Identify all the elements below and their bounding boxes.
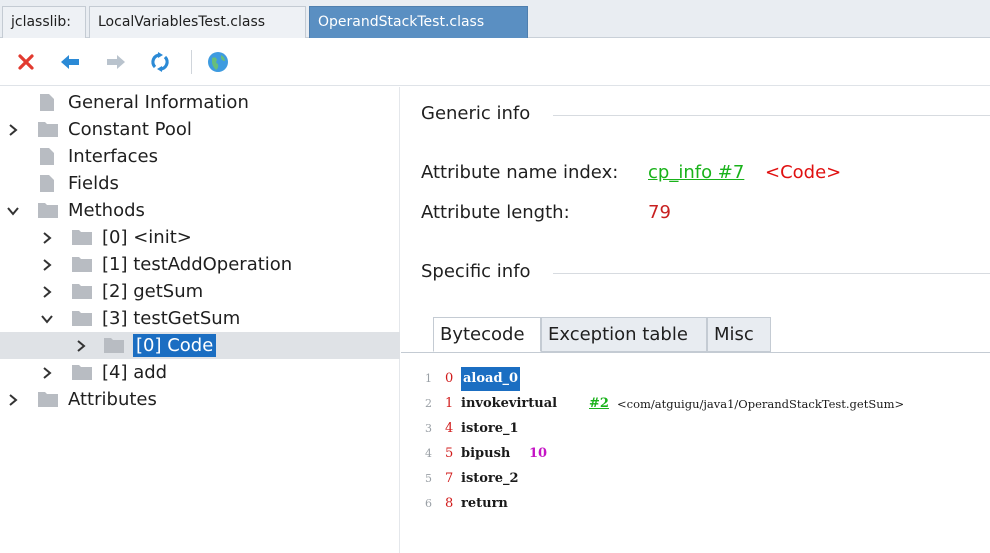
bytecode-opcode: aload_0 bbox=[461, 367, 521, 391]
tab-jclasslib[interactable]: jclasslib: bbox=[2, 6, 86, 38]
tree-item-code-attribute[interactable]: [0] Code bbox=[0, 332, 400, 359]
line-number: 4 bbox=[425, 447, 432, 460]
bytecode-opcode: invokevirtual bbox=[461, 396, 558, 411]
tree-item-label: Attributes bbox=[68, 389, 157, 410]
section-divider bbox=[553, 273, 990, 274]
folder-icon bbox=[72, 364, 92, 385]
tree-item-label: [4] add bbox=[102, 362, 168, 383]
tree-item-label: [2] getSum bbox=[102, 281, 204, 302]
back-arrow-icon[interactable] bbox=[58, 50, 82, 74]
chevron-right-icon[interactable] bbox=[40, 258, 54, 272]
attribute-name-ref: <Code> bbox=[765, 162, 842, 183]
tree-item-method-test-get-sum[interactable]: [3] testGetSum bbox=[0, 305, 400, 332]
folder-icon bbox=[72, 310, 92, 331]
chevron-right-icon[interactable] bbox=[6, 393, 20, 407]
toolbar bbox=[0, 38, 990, 86]
tree-item-constant-pool[interactable]: Constant Pool bbox=[0, 116, 400, 143]
attribute-length-value: 79 bbox=[648, 202, 671, 223]
tree-item-method-add[interactable]: [4] add bbox=[0, 359, 400, 386]
bytecode-offset: 4 bbox=[445, 421, 454, 436]
bytecode-listing: 1 0 aload_0 2 1 invokevirtual #2 <com/at… bbox=[401, 367, 990, 517]
tree-item-method-test-add-operation[interactable]: [1] testAddOperation bbox=[0, 251, 400, 278]
tree-item-general-information[interactable]: General Information bbox=[0, 89, 400, 116]
folder-icon bbox=[72, 229, 92, 250]
chevron-down-icon[interactable] bbox=[40, 312, 54, 326]
tab-operand-stack-test[interactable]: OperandStackTest.class bbox=[309, 6, 528, 38]
tree-item-method-get-sum[interactable]: [2] getSum bbox=[0, 278, 400, 305]
folder-icon bbox=[38, 391, 58, 412]
folder-icon bbox=[72, 256, 92, 277]
bytecode-opcode: istore_1 bbox=[461, 421, 519, 436]
file-icon bbox=[40, 148, 54, 170]
folder-icon bbox=[38, 202, 58, 223]
tree-item-methods[interactable]: Methods bbox=[0, 197, 400, 224]
tab-exception-table[interactable]: Exception table bbox=[541, 317, 707, 352]
attribute-name-index-link[interactable]: cp_info #7 bbox=[648, 162, 744, 183]
tree-item-interfaces[interactable]: Interfaces bbox=[0, 143, 400, 170]
bytecode-offset: 7 bbox=[445, 471, 454, 486]
class-structure-tree: General Information Constant Pool Interf… bbox=[0, 87, 400, 553]
bytecode-opcode: return bbox=[461, 496, 508, 511]
generic-info-title: Generic info bbox=[421, 103, 531, 124]
forward-arrow-icon[interactable] bbox=[104, 50, 128, 74]
bytecode-offset: 0 bbox=[445, 371, 454, 386]
bytecode-opcode: istore_2 bbox=[461, 471, 519, 486]
tree-item-method-init[interactable]: [0] <init> bbox=[0, 224, 400, 251]
tree-item-label: [0] <init> bbox=[102, 227, 192, 248]
tree-item-label: Interfaces bbox=[68, 146, 158, 167]
chevron-right-icon[interactable] bbox=[40, 285, 54, 299]
tab-baseline bbox=[401, 352, 990, 353]
section-divider bbox=[553, 115, 990, 116]
line-number: 5 bbox=[425, 472, 432, 485]
folder-icon bbox=[104, 337, 124, 358]
close-icon[interactable] bbox=[14, 50, 38, 74]
tab-bytecode[interactable]: Bytecode bbox=[433, 317, 541, 352]
chevron-right-icon[interactable] bbox=[74, 339, 88, 353]
web-icon[interactable] bbox=[206, 50, 230, 74]
attribute-length-label: Attribute length: bbox=[421, 202, 570, 223]
bytecode-operand: 10 bbox=[529, 446, 548, 461]
specific-info-title: Specific info bbox=[421, 261, 531, 282]
bytecode-offset: 8 bbox=[445, 496, 454, 511]
bytecode-offset: 1 bbox=[445, 396, 454, 411]
line-number: 6 bbox=[425, 497, 432, 510]
chevron-down-icon[interactable] bbox=[6, 204, 20, 218]
constant-pool-link[interactable]: #2 bbox=[589, 392, 609, 416]
toolbar-separator bbox=[191, 50, 192, 74]
line-number: 2 bbox=[425, 397, 432, 410]
folder-icon bbox=[72, 283, 92, 304]
attribute-name-index-label: Attribute name index: bbox=[421, 162, 619, 183]
chevron-right-icon[interactable] bbox=[40, 366, 54, 380]
tab-misc[interactable]: Misc bbox=[707, 317, 771, 352]
file-icon bbox=[40, 175, 54, 197]
chevron-right-icon[interactable] bbox=[6, 123, 20, 137]
line-number: 1 bbox=[425, 372, 432, 385]
reload-icon[interactable] bbox=[148, 50, 172, 74]
chevron-right-icon[interactable] bbox=[40, 231, 54, 245]
file-icon bbox=[40, 94, 54, 116]
attribute-detail-panel: Generic info Attribute name index: cp_in… bbox=[401, 87, 990, 553]
tree-item-label: General Information bbox=[68, 92, 249, 113]
tree-item-label: [3] testGetSum bbox=[102, 308, 241, 329]
line-number: 3 bbox=[425, 422, 432, 435]
bytecode-comment: <com/atguigu/java1/OperandStackTest.getS… bbox=[617, 397, 905, 411]
tree-item-label: [0] Code bbox=[133, 334, 217, 357]
tree-item-label: Constant Pool bbox=[68, 119, 192, 140]
tab-local-variables-test[interactable]: LocalVariablesTest.class bbox=[89, 6, 306, 38]
tree-item-label: Methods bbox=[68, 200, 145, 221]
tree-item-fields[interactable]: Fields bbox=[0, 170, 400, 197]
folder-icon bbox=[38, 121, 58, 142]
editor-tab-strip: jclasslib: LocalVariablesTest.class Oper… bbox=[0, 0, 990, 38]
bytecode-opcode: bipush bbox=[461, 446, 511, 461]
tree-item-label: [1] testAddOperation bbox=[102, 254, 293, 275]
bytecode-offset: 5 bbox=[445, 446, 454, 461]
tree-item-label: Fields bbox=[68, 173, 119, 194]
tree-item-attributes[interactable]: Attributes bbox=[0, 386, 400, 413]
